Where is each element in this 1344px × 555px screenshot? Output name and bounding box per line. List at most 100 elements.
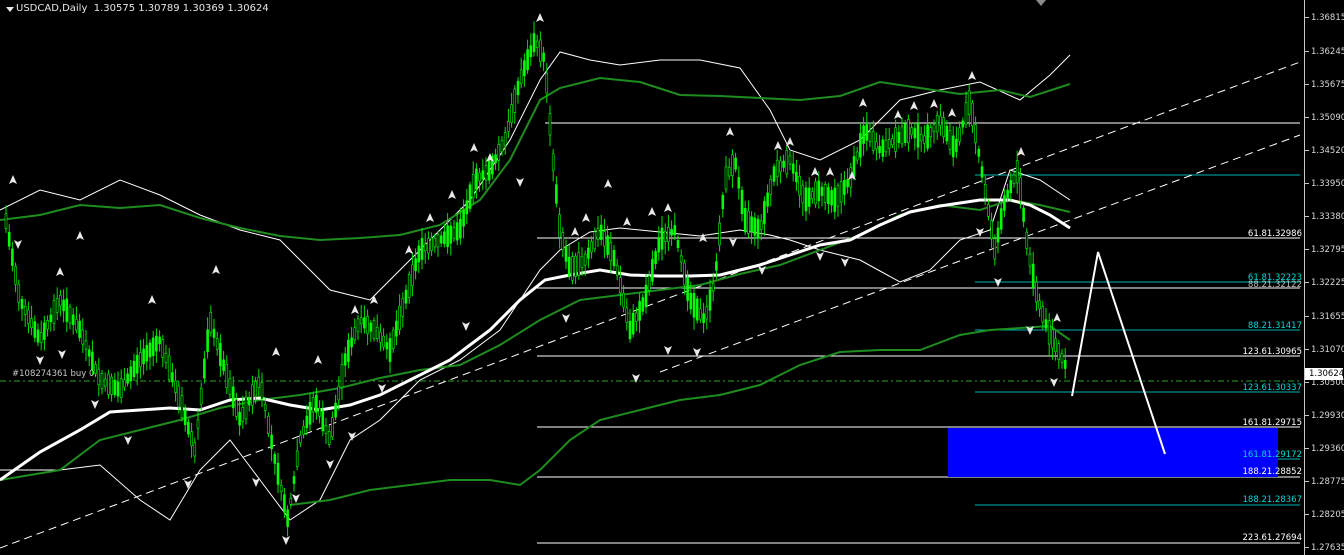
fractal-up-arrow-icon (930, 99, 938, 108)
candle-body (62, 299, 65, 312)
candle-body (404, 289, 408, 304)
candle-body (113, 379, 117, 396)
candle-body (356, 318, 360, 333)
fractal-down-arrow-icon (1050, 378, 1058, 387)
candle-body (801, 184, 805, 204)
target-zone[interactable] (948, 428, 1278, 477)
candle-body (871, 131, 875, 151)
candle-body (350, 337, 353, 348)
candle-body (436, 234, 440, 248)
candle-body (977, 148, 981, 157)
candle-body (331, 417, 334, 438)
candle-body (215, 338, 219, 350)
candle-body (1044, 319, 1048, 329)
price-axis[interactable]: 1.36815 1.36245 1.35675 1.35090 1.34520 … (1304, 0, 1344, 555)
candle-body (795, 171, 798, 183)
candle-body (481, 170, 485, 180)
candle-body (1031, 263, 1035, 289)
candle-body (363, 317, 366, 329)
candle-body (603, 231, 606, 247)
candle-body (561, 232, 565, 251)
candle-body (516, 80, 520, 96)
candle-body (983, 184, 987, 199)
candle-body (1006, 189, 1009, 199)
candle-body (667, 226, 670, 242)
candle-body (71, 314, 75, 326)
candle-body (574, 255, 577, 277)
price-tick: 1.29930 (1305, 410, 1344, 422)
chart-menu-icon[interactable] (6, 7, 14, 12)
candle-body (926, 124, 929, 149)
candle-body (75, 318, 78, 331)
fractal-down-arrow-icon (816, 252, 824, 261)
candle-body (279, 485, 283, 493)
candle-body (78, 320, 81, 338)
candle-body (443, 231, 446, 245)
candle-body (295, 450, 299, 467)
candle-body (497, 144, 501, 161)
fractal-up-arrow-icon (664, 203, 672, 212)
candle-body (91, 351, 94, 371)
candle-body (14, 266, 17, 285)
candle-body (571, 256, 574, 281)
candle-body (929, 127, 933, 138)
candle-body (827, 187, 830, 205)
candle-body (935, 115, 939, 133)
candle-body (558, 214, 561, 238)
fractal-up-arrow-icon (272, 347, 280, 356)
candle-body (750, 216, 753, 233)
candle-body (203, 358, 206, 379)
candle-body (417, 245, 421, 263)
price-chart[interactable] (0, 0, 1304, 555)
candle-body (609, 242, 613, 262)
candle-body (711, 283, 715, 292)
candle-body (535, 40, 539, 48)
candle-body (27, 309, 30, 324)
candle-body (311, 397, 315, 413)
candle-body (263, 404, 267, 412)
candle-body (817, 180, 821, 202)
fractal-down-arrow-icon (282, 536, 290, 545)
candle-body (1060, 353, 1064, 363)
candle-body (756, 218, 760, 239)
candle-body (478, 172, 481, 182)
candle-body (859, 133, 862, 158)
fractal-arrows (9, 13, 1061, 545)
candle-body (126, 373, 129, 384)
fractal-up-arrow-icon (774, 141, 782, 150)
candle-body (174, 380, 177, 393)
candle-body (884, 139, 888, 153)
candle-body (689, 292, 693, 310)
candle-body (247, 397, 251, 406)
candle-body (916, 123, 920, 148)
candle-body (839, 181, 843, 203)
candle-body (779, 160, 782, 173)
order-label[interactable]: #108274361 buy 0. (12, 369, 97, 379)
price-tick: 1.29360 (1305, 443, 1344, 455)
candle-body (471, 173, 475, 199)
candle-body (545, 72, 549, 94)
candle-body (305, 415, 309, 428)
candle-body (49, 314, 53, 323)
candle-body (439, 235, 443, 244)
candle-body (702, 313, 705, 323)
fractal-up-arrow-icon (648, 207, 656, 216)
candle-body (475, 168, 478, 190)
candle-body (30, 318, 33, 329)
candle-body (135, 354, 139, 374)
price-tick: 1.31655 (1305, 311, 1344, 323)
candle-body (36, 329, 40, 343)
fractal-down-arrow-icon (664, 346, 672, 355)
candle-body (577, 252, 581, 276)
candle-body (187, 421, 190, 435)
chart-window[interactable]: USDCAD,Daily 1.30575 1.30789 1.30369 1.3… (0, 0, 1344, 555)
candle-body (791, 163, 795, 174)
candle-body (606, 235, 609, 255)
price-tick: 1.32795 (1305, 244, 1344, 256)
candle-body (302, 426, 305, 435)
scroll-position-marker[interactable] (1036, 0, 1046, 6)
candle-body (699, 308, 702, 320)
candle-body (379, 331, 382, 343)
fib-label: 61.81.32986 (1247, 229, 1302, 239)
candle-body (1054, 338, 1057, 352)
